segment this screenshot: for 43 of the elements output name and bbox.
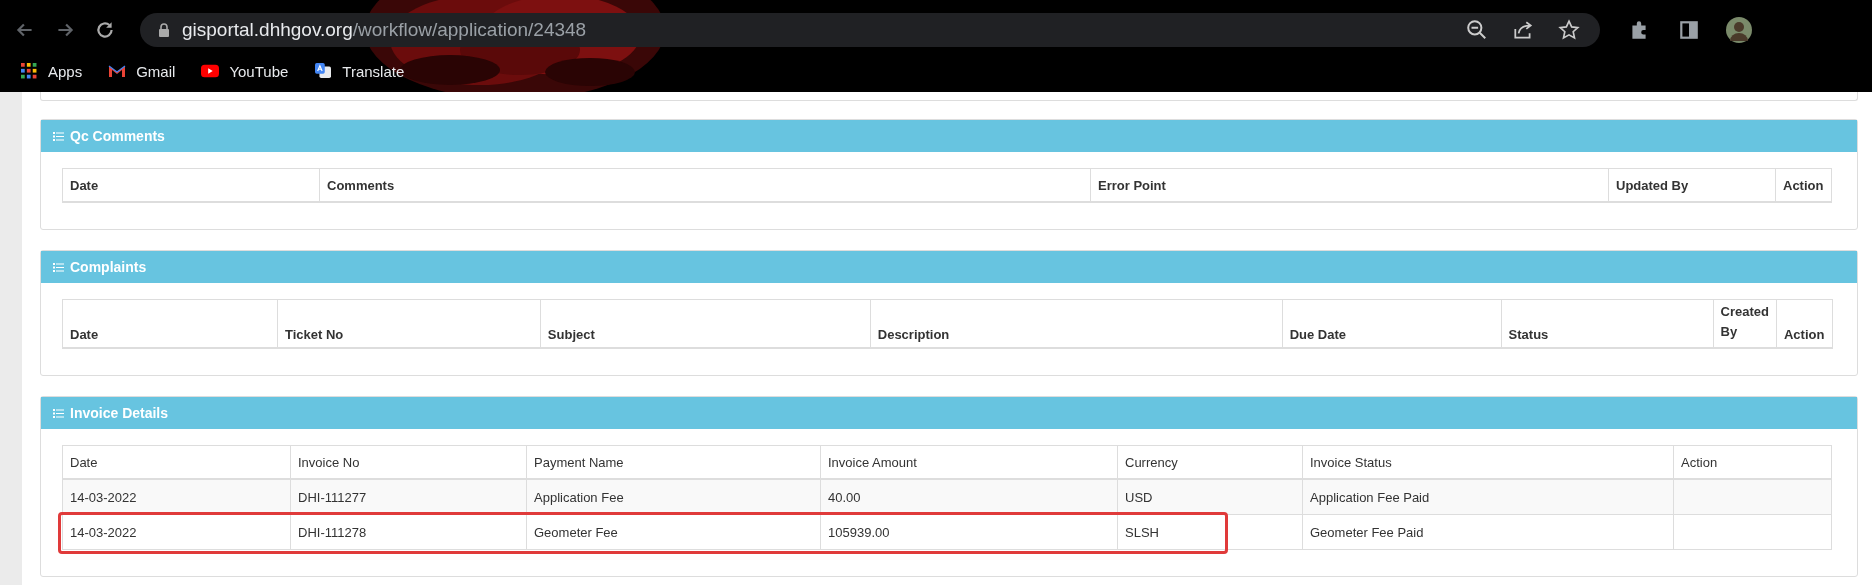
bookmark[interactable]: YouTube <box>201 62 289 80</box>
column-header: Action <box>1776 299 1833 348</box>
panel-title: Complaints <box>70 259 147 275</box>
column-header: Comments <box>319 168 1091 202</box>
column-header: Created By <box>1713 299 1777 348</box>
table-cell: 105939.00 <box>820 514 1118 550</box>
side-panel-icon[interactable] <box>1678 19 1700 41</box>
star-icon[interactable] <box>1558 19 1580 41</box>
reload-icon[interactable] <box>94 19 116 41</box>
column-header: Date <box>62 299 278 348</box>
bookmark[interactable]: Translate <box>314 62 405 80</box>
lock-icon <box>158 23 170 37</box>
column-header: Ticket No <box>277 299 541 348</box>
url-text: gisportal.dhhgov.org/workflow/application/24348 <box>182 19 587 41</box>
list-icon <box>53 262 64 272</box>
column-header: Date <box>62 168 320 202</box>
table-cell: Geometer Fee <box>526 514 821 550</box>
play-icon <box>201 63 220 79</box>
table-cell: 14-03-2022 <box>62 514 291 550</box>
table-cell: Application Fee Paid <box>1302 479 1674 515</box>
column-header: Error Point <box>1090 168 1609 202</box>
bookmark[interactable]: Gmail <box>108 62 176 80</box>
apps-grid-icon <box>20 63 38 79</box>
panel-title: Invoice Details <box>70 405 169 421</box>
column-header: Description <box>870 299 1283 348</box>
list-icon <box>53 408 64 418</box>
list-icon <box>53 131 64 141</box>
column-header: Status <box>1501 299 1714 348</box>
column-header: Action <box>1775 168 1832 202</box>
column-header: Subject <box>540 299 871 348</box>
share-icon[interactable] <box>1512 19 1534 41</box>
address-bar[interactable]: gisportal.dhhgov.org/workflow/application/24348 <box>140 13 1600 47</box>
profile-avatar[interactable] <box>1726 17 1752 43</box>
column-header: Updated By <box>1608 168 1776 202</box>
panel-title: Qc Comments <box>70 128 165 144</box>
translate-icon <box>314 63 333 79</box>
table-cell: DHI-111278 <box>290 514 527 550</box>
bookmark[interactable]: Apps <box>20 62 83 80</box>
table-cell: Geometer Fee Paid <box>1302 514 1674 550</box>
zoom-out-icon[interactable] <box>1466 19 1488 41</box>
table-cell: USD <box>1117 479 1303 515</box>
mail-icon <box>108 63 127 79</box>
column-header: Due Date <box>1282 299 1502 348</box>
